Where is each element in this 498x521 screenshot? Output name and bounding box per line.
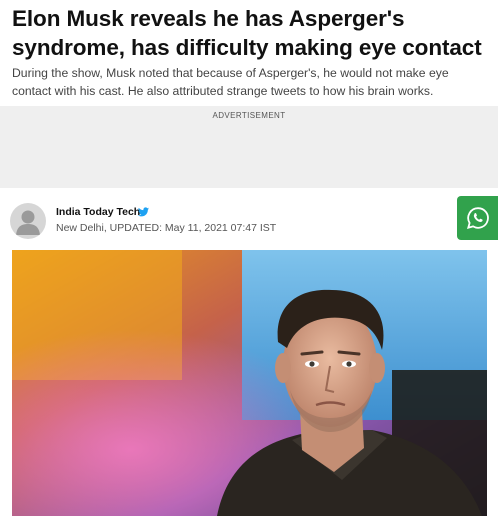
publish-dateline: New Delhi, UPDATED: May 11, 2021 07:47 I… — [56, 222, 277, 234]
user-silhouette-icon — [16, 210, 40, 235]
twitter-bird-icon[interactable] — [138, 207, 149, 217]
advertisement-slot[interactable]: ADVERTISEMENT — [0, 106, 498, 188]
article-headline: Elon Musk reveals he has Asperger's synd… — [12, 6, 482, 60]
article-summary: During the show, Musk noted that because… — [12, 66, 449, 98]
author-name[interactable]: India Today Tech — [56, 206, 140, 218]
article-photo[interactable] — [12, 250, 487, 516]
author-avatar — [10, 203, 46, 239]
whatsapp-share-button[interactable] — [457, 196, 498, 240]
portrait-image — [12, 250, 487, 516]
whatsapp-icon — [466, 207, 489, 229]
advertisement-label: ADVERTISEMENT — [212, 111, 286, 120]
byline: India Today Tech New Delhi, UPDATED: May… — [10, 200, 430, 240]
